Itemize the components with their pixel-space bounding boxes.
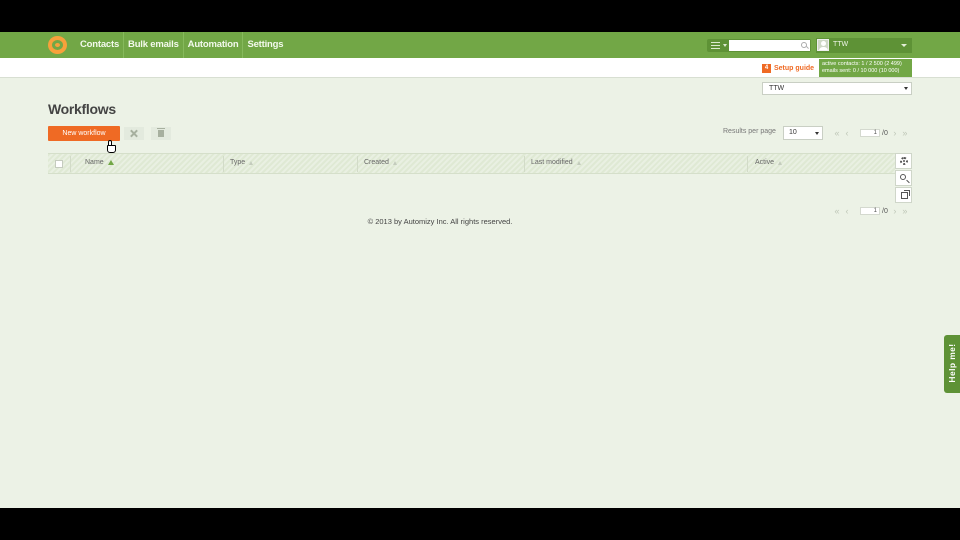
nav-item-bulk-emails[interactable]: Bulk emails (124, 32, 184, 58)
account-select[interactable]: TTW (762, 82, 912, 95)
column-divider (524, 156, 525, 172)
page-number-input[interactable]: 1 (860, 129, 880, 137)
prev-page-icon[interactable]: ‹ (842, 128, 852, 138)
trash-icon (157, 128, 165, 137)
chevron-down-icon (901, 44, 907, 47)
hand-cursor-icon (107, 140, 116, 153)
new-workflow-button[interactable]: New workflow (48, 126, 120, 141)
column-label: Last modified (531, 159, 573, 166)
main-nav: Contacts Bulk emails Automation Settings (76, 32, 287, 58)
menu-icon[interactable] (711, 42, 720, 49)
search-box (707, 39, 811, 52)
export-icon (901, 190, 910, 199)
page-title: Workflows (48, 101, 116, 117)
column-header-last-modified[interactable]: Last modified (531, 159, 581, 166)
workflow-table-header: Name Type Created Last modified Active (48, 153, 895, 174)
column-divider (223, 156, 224, 172)
help-me-label: Help me! (947, 343, 957, 383)
next-page-icon[interactable]: › (890, 206, 900, 216)
next-page-icon[interactable]: › (890, 128, 900, 138)
app-window: Contacts Bulk emails Automation Settings… (0, 32, 960, 508)
search-icon[interactable] (801, 42, 807, 48)
edit-tools-button[interactable] (124, 127, 144, 140)
automizy-logo-icon[interactable] (48, 36, 67, 54)
footer-copyright: © 2013 by Automizy Inc. All rights reser… (367, 217, 513, 226)
first-page-icon[interactable]: « (832, 128, 842, 138)
help-me-tab[interactable]: Help me! (944, 335, 960, 393)
avatar (817, 39, 829, 51)
prev-page-icon[interactable]: ‹ (842, 206, 852, 216)
column-header-name[interactable]: Name (85, 159, 114, 166)
table-settings-button[interactable] (895, 153, 912, 169)
tools-icon (130, 129, 138, 137)
column-divider (747, 156, 748, 172)
column-header-active[interactable]: Active (755, 159, 783, 166)
table-export-button[interactable] (895, 187, 912, 203)
nav-item-contacts[interactable]: Contacts (76, 32, 125, 58)
magnifier-icon (900, 174, 906, 180)
results-per-page-label: Results per page (723, 128, 776, 135)
setup-guide-label: Setup guide (774, 64, 815, 72)
first-page-icon[interactable]: « (832, 206, 842, 216)
sort-asc-icon (107, 160, 114, 165)
user-name: TTW (833, 41, 849, 48)
last-page-icon[interactable]: » (900, 206, 910, 216)
select-all-checkbox[interactable] (55, 160, 63, 168)
nav-item-automation[interactable]: Automation (184, 32, 244, 58)
column-divider (70, 156, 71, 172)
sub-bar: 4 Setup guide active contacts: 1 / 2 500… (0, 58, 960, 78)
setup-guide-link[interactable]: 4 Setup guide (762, 62, 814, 74)
gear-icon (900, 157, 908, 165)
sort-icon (576, 160, 581, 165)
search-input[interactable] (729, 40, 810, 51)
page-number-input[interactable]: 1 (860, 207, 880, 215)
page-total: /0 (882, 207, 888, 215)
sort-icon (392, 160, 397, 165)
screen-frame: Contacts Bulk emails Automation Settings… (0, 0, 960, 540)
active-contacts-stat: active contacts: 1 / 2 500 (2 499) (822, 61, 902, 67)
column-label: Type (230, 159, 246, 166)
pagination-bottom: « ‹ 1 /0 › » (832, 206, 910, 216)
column-label: Created (364, 159, 389, 166)
page-total: /0 (882, 129, 888, 137)
account-stats: active contacts: 1 / 2 500 (2 499) email… (819, 59, 912, 77)
chevron-down-icon[interactable] (723, 44, 727, 47)
sort-icon (249, 160, 254, 165)
delete-button[interactable] (151, 127, 171, 140)
column-label: Active (755, 159, 775, 166)
nav-item-settings[interactable]: Settings (243, 32, 287, 58)
table-search-button[interactable] (895, 170, 912, 186)
column-label: Name (85, 159, 104, 166)
user-menu[interactable]: TTW (816, 38, 912, 53)
results-per-page-select[interactable]: 10 (783, 126, 823, 140)
setup-guide-icon: 4 (762, 63, 771, 73)
last-page-icon[interactable]: » (900, 128, 910, 138)
column-header-created[interactable]: Created (364, 159, 397, 166)
column-divider (357, 156, 358, 172)
column-header-type[interactable]: Type (230, 159, 254, 166)
sort-icon (778, 160, 783, 165)
emails-sent-stat: emails sent: 0 / 10 000 (10 000) (822, 68, 900, 74)
pagination-top: « ‹ 1 /0 › » (832, 128, 910, 138)
top-nav-bar: Contacts Bulk emails Automation Settings… (0, 32, 960, 58)
